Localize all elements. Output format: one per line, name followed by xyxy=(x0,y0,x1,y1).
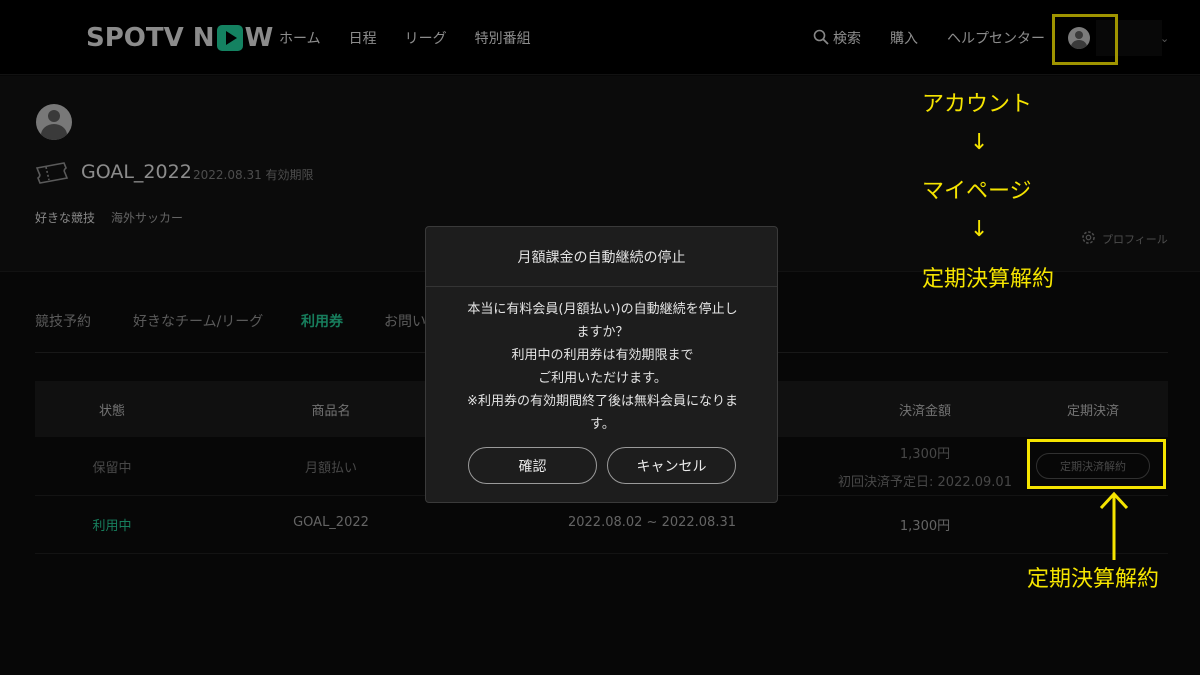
annotation-bottom-label: 定期決算解約 xyxy=(1027,567,1160,592)
annotation-step-account: アカウント xyxy=(922,92,1033,117)
annotation-up-arrow xyxy=(1099,491,1129,560)
dialog-title: 月額課金の自動継続の停止 xyxy=(517,250,686,266)
annotation-step-mypage: マイページ xyxy=(922,179,1032,204)
dialog-divider xyxy=(426,286,777,287)
dialog-message: 本当に有料会員(月額払い)の自動継続を停止し ますか？ 利用中の利用券は有効期限… xyxy=(467,302,738,432)
annotation-arrow-2: ↓ xyxy=(970,217,989,242)
annotation-step-cancel: 定期決算解約 xyxy=(922,267,1055,292)
stop-auto-renewal-dialog: 月額課金の自動継続の停止 本当に有料会員(月額払い)の自動継続を停止し ますか？… xyxy=(425,226,778,503)
annotation-arrow-1: ↓ xyxy=(970,130,989,155)
confirm-button[interactable]: 確認 xyxy=(468,447,597,484)
cancel-button[interactable]: キャンセル xyxy=(607,447,736,484)
cancel-button-highlight-box xyxy=(1027,439,1166,489)
